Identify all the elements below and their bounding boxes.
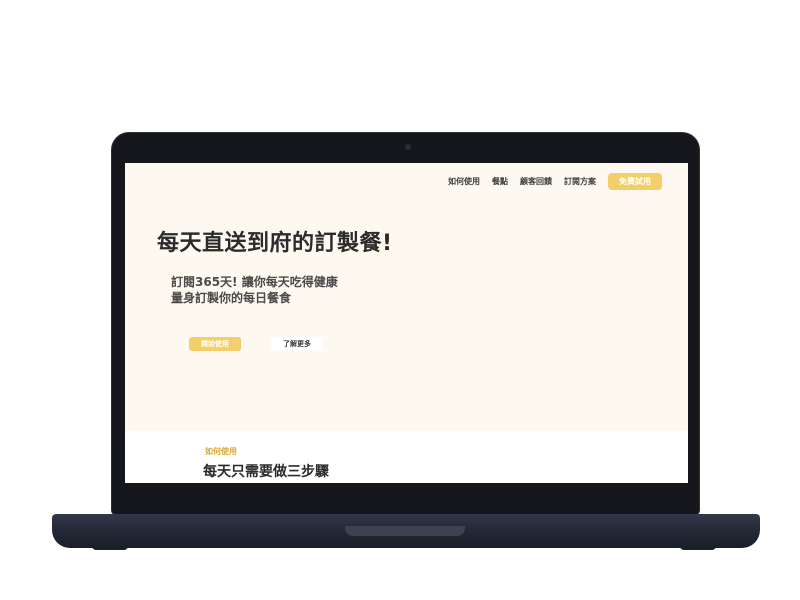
section-title: 每天只需要做三步驟 bbox=[203, 464, 329, 480]
how-to-use-section: 如何使用 每天只需要做三步驟 bbox=[125, 431, 688, 483]
laptop-foot-right bbox=[680, 546, 716, 550]
hero-subtitle-line-1: 訂閱365天! 讓你每天吃得健康 bbox=[171, 275, 338, 289]
nav-item-how-to-use[interactable]: 如何使用 bbox=[448, 176, 480, 187]
top-nav: 如何使用 餐點 顧客回饋 訂閱方案 免費試用 bbox=[448, 173, 662, 190]
nav-item-reviews[interactable]: 顧客回饋 bbox=[520, 176, 552, 187]
laptop-foot-left bbox=[92, 546, 128, 550]
learn-more-button[interactable]: 了解更多 bbox=[271, 337, 323, 351]
camera-icon bbox=[405, 144, 411, 150]
free-trial-button[interactable]: 免費試用 bbox=[608, 173, 662, 190]
laptop-screen: 如何使用 餐點 顧客回饋 訂閱方案 免費試用 每天直送到府的訂製餐! 訂閱365… bbox=[125, 163, 688, 483]
section-eyebrow: 如何使用 bbox=[205, 447, 237, 456]
nav-item-meals[interactable]: 餐點 bbox=[492, 176, 508, 187]
hero-subtitle-line-2: 量身訂製你的每日餐食 bbox=[171, 291, 292, 305]
get-started-button[interactable]: 開始使用 bbox=[189, 337, 241, 351]
hero-subtitle: 訂閱365天! 讓你每天吃得健康 量身訂製你的每日餐食 bbox=[171, 274, 338, 306]
laptop-base-notch bbox=[345, 526, 465, 536]
hero-title: 每天直送到府的訂製餐! bbox=[157, 231, 393, 256]
nav-item-plans[interactable]: 訂閱方案 bbox=[564, 176, 596, 187]
